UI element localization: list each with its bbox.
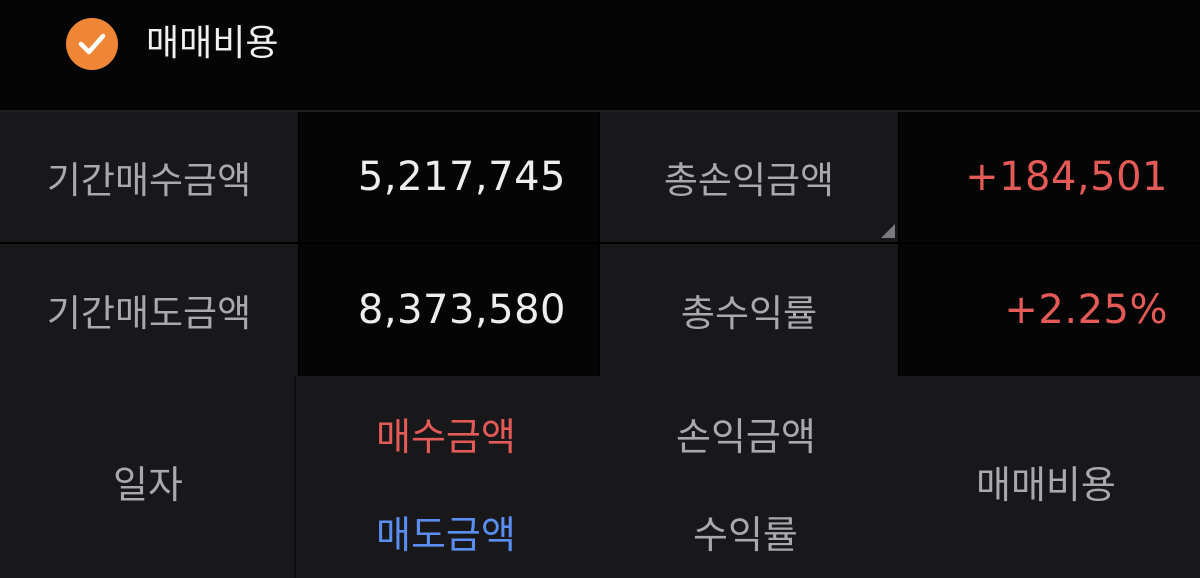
period-sell-label: 기간매도금액 — [0, 244, 298, 376]
total-return-value: +2.25% — [900, 244, 1200, 376]
trade-cost-checkbox-label[interactable]: 매매비용 — [146, 18, 278, 70]
column-header-sell-amount[interactable]: 매도금액 — [376, 504, 516, 559]
period-buy-label: 기간매수금액 — [0, 112, 298, 242]
column-header-return-rate[interactable]: 수익률 — [693, 504, 798, 559]
total-pnl-value: +184,501 — [900, 112, 1200, 242]
column-header-buy-amount[interactable]: 매수금액 — [376, 406, 516, 461]
column-header-pnl-amount[interactable]: 손익금액 — [676, 406, 816, 461]
total-return-label: 총수익률 — [600, 244, 898, 376]
total-pnl-label[interactable]: 총손익금액 — [600, 112, 898, 242]
top-bar: 매매비용 — [0, 0, 1200, 112]
period-sell-value: 8,373,580 — [300, 244, 598, 376]
dropdown-corner-icon — [881, 224, 895, 238]
checkmark-icon — [78, 33, 106, 55]
column-header-date-cell[interactable]: 일자 — [0, 376, 294, 578]
total-pnl-label-text: 총손익금액 — [663, 159, 835, 202]
trade-cost-checkbox[interactable] — [66, 18, 118, 70]
column-header-trade-cost[interactable]: 매매비용 — [976, 454, 1116, 509]
column-header-date: 일자 — [113, 463, 183, 507]
period-buy-value: 5,217,745 — [300, 112, 598, 242]
column-header-group: 매수금액 매도금액 손익금액 수익률 매매비용 — [294, 376, 1200, 578]
